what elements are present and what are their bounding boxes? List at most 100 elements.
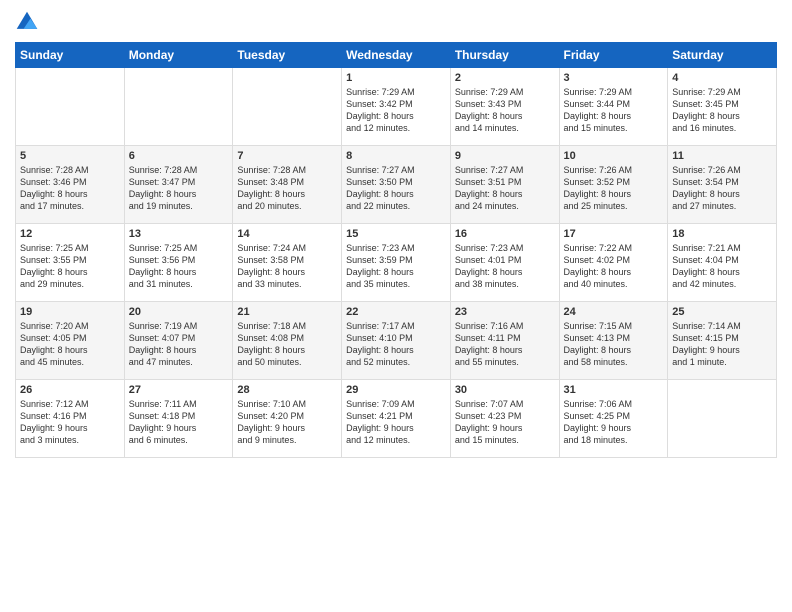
day-number: 20 xyxy=(129,306,229,318)
day-cell: 2 Sunrise: 7:29 AM Sunset: 3:43 PM Daylig… xyxy=(450,68,559,146)
day-cell: 6 Sunrise: 7:28 AM Sunset: 3:47 PM Daylig… xyxy=(124,146,233,224)
week-row-5: 26 Sunrise: 7:12 AM Sunset: 4:16 PM Dayli… xyxy=(16,380,777,458)
day-cell: 15 Sunrise: 7:23 AM Sunset: 3:59 PM Dayli… xyxy=(342,224,451,302)
weekday-header-wednesday: Wednesday xyxy=(342,43,451,68)
day-number: 16 xyxy=(455,228,555,240)
day-info: Sunrise: 7:24 AM Sunset: 3:58 PM Dayligh… xyxy=(237,242,337,291)
day-info: Sunrise: 7:28 AM Sunset: 3:48 PM Dayligh… xyxy=(237,164,337,213)
week-row-2: 5 Sunrise: 7:28 AM Sunset: 3:46 PM Daylig… xyxy=(16,146,777,224)
day-info: Sunrise: 7:21 AM Sunset: 4:04 PM Dayligh… xyxy=(672,242,772,291)
day-number: 13 xyxy=(129,228,229,240)
day-number: 1 xyxy=(346,72,446,84)
day-cell: 17Sunrise: 7:22 AM Sunset: 4:02 PM Dayli… xyxy=(559,224,668,302)
day-number: 23 xyxy=(455,306,555,318)
weekday-header-row: SundayMondayTuesdayWednesdayThursdayFrid… xyxy=(16,43,777,68)
day-info: Sunrise: 7:25 AM Sunset: 3:55 PM Dayligh… xyxy=(20,242,120,291)
weekday-header-sunday: Sunday xyxy=(16,43,125,68)
page: SundayMondayTuesdayWednesdayThursdayFrid… xyxy=(0,0,792,612)
day-number: 15 xyxy=(346,228,446,240)
day-cell: 24Sunrise: 7:15 AM Sunset: 4:13 PM Dayli… xyxy=(559,302,668,380)
day-info: Sunrise: 7:29 AM Sunset: 3:43 PM Dayligh… xyxy=(455,86,555,135)
day-number: 3 xyxy=(564,72,664,84)
day-info: Sunrise: 7:25 AM Sunset: 3:56 PM Dayligh… xyxy=(129,242,229,291)
day-number: 31 xyxy=(564,384,664,396)
day-cell: 13 Sunrise: 7:25 AM Sunset: 3:56 PM Dayli… xyxy=(124,224,233,302)
day-info: Sunrise: 7:29 AM Sunset: 3:44 PM Dayligh… xyxy=(564,86,664,135)
day-number: 10 xyxy=(564,150,664,162)
day-number: 21 xyxy=(237,306,337,318)
day-cell xyxy=(233,68,342,146)
day-number: 2 xyxy=(455,72,555,84)
day-info: Sunrise: 7:28 AM Sunset: 3:46 PM Dayligh… xyxy=(20,164,120,213)
day-cell: 3 Sunrise: 7:29 AM Sunset: 3:44 PM Daylig… xyxy=(559,68,668,146)
day-cell xyxy=(124,68,233,146)
day-cell: 25Sunrise: 7:14 AM Sunset: 4:15 PM Dayli… xyxy=(668,302,777,380)
day-info: Sunrise: 7:26 AM Sunset: 3:52 PM Dayligh… xyxy=(564,164,664,213)
day-cell: 16 Sunrise: 7:23 AM Sunset: 4:01 PM Dayli… xyxy=(450,224,559,302)
day-cell: 18 Sunrise: 7:21 AM Sunset: 4:04 PM Dayli… xyxy=(668,224,777,302)
day-cell: 5 Sunrise: 7:28 AM Sunset: 3:46 PM Daylig… xyxy=(16,146,125,224)
day-cell: 8 Sunrise: 7:27 AM Sunset: 3:50 PM Daylig… xyxy=(342,146,451,224)
day-number: 9 xyxy=(455,150,555,162)
day-cell: 22Sunrise: 7:17 AM Sunset: 4:10 PM Dayli… xyxy=(342,302,451,380)
day-number: 4 xyxy=(672,72,772,84)
day-number: 12 xyxy=(20,228,120,240)
day-info: Sunrise: 7:23 AM Sunset: 4:01 PM Dayligh… xyxy=(455,242,555,291)
day-info: Sunrise: 7:29 AM Sunset: 3:45 PM Dayligh… xyxy=(672,86,772,135)
day-cell: 28Sunrise: 7:10 AM Sunset: 4:20 PM Dayli… xyxy=(233,380,342,458)
day-cell: 31Sunrise: 7:06 AM Sunset: 4:25 PM Dayli… xyxy=(559,380,668,458)
day-number: 26 xyxy=(20,384,120,396)
day-info: Sunrise: 7:18 AM Sunset: 4:08 PM Dayligh… xyxy=(237,320,337,369)
day-cell: 19Sunrise: 7:20 AM Sunset: 4:05 PM Dayli… xyxy=(16,302,125,380)
day-cell: 21 Sunrise: 7:18 AM Sunset: 4:08 PM Dayli… xyxy=(233,302,342,380)
day-info: Sunrise: 7:16 AM Sunset: 4:11 PM Dayligh… xyxy=(455,320,555,369)
day-info: Sunrise: 7:28 AM Sunset: 3:47 PM Dayligh… xyxy=(129,164,229,213)
day-cell xyxy=(668,380,777,458)
day-cell: 10 Sunrise: 7:26 AM Sunset: 3:52 PM Dayli… xyxy=(559,146,668,224)
weekday-header-monday: Monday xyxy=(124,43,233,68)
day-number: 5 xyxy=(20,150,120,162)
day-cell: 1 Sunrise: 7:29 AM Sunset: 3:42 PM Daylig… xyxy=(342,68,451,146)
day-info: Sunrise: 7:17 AM Sunset: 4:10 PM Dayligh… xyxy=(346,320,446,369)
day-info: Sunrise: 7:19 AM Sunset: 4:07 PM Dayligh… xyxy=(129,320,229,369)
calendar: SundayMondayTuesdayWednesdayThursdayFrid… xyxy=(15,42,777,458)
weekday-header-friday: Friday xyxy=(559,43,668,68)
day-info: Sunrise: 7:12 AM Sunset: 4:16 PM Dayligh… xyxy=(20,398,120,447)
week-row-4: 19Sunrise: 7:20 AM Sunset: 4:05 PM Dayli… xyxy=(16,302,777,380)
day-cell: 20 Sunrise: 7:19 AM Sunset: 4:07 PM Dayli… xyxy=(124,302,233,380)
day-info: Sunrise: 7:20 AM Sunset: 4:05 PM Dayligh… xyxy=(20,320,120,369)
day-info: Sunrise: 7:14 AM Sunset: 4:15 PM Dayligh… xyxy=(672,320,772,369)
day-cell: 23 Sunrise: 7:16 AM Sunset: 4:11 PM Dayli… xyxy=(450,302,559,380)
day-info: Sunrise: 7:26 AM Sunset: 3:54 PM Dayligh… xyxy=(672,164,772,213)
day-cell xyxy=(16,68,125,146)
day-number: 7 xyxy=(237,150,337,162)
day-number: 28 xyxy=(237,384,337,396)
day-info: Sunrise: 7:22 AM Sunset: 4:02 PM Dayligh… xyxy=(564,242,664,291)
day-cell: 30Sunrise: 7:07 AM Sunset: 4:23 PM Dayli… xyxy=(450,380,559,458)
day-cell: 11 Sunrise: 7:26 AM Sunset: 3:54 PM Dayli… xyxy=(668,146,777,224)
day-number: 6 xyxy=(129,150,229,162)
day-cell: 9Sunrise: 7:27 AM Sunset: 3:51 PM Daylig… xyxy=(450,146,559,224)
day-info: Sunrise: 7:07 AM Sunset: 4:23 PM Dayligh… xyxy=(455,398,555,447)
day-cell: 12 Sunrise: 7:25 AM Sunset: 3:55 PM Dayli… xyxy=(16,224,125,302)
day-number: 14 xyxy=(237,228,337,240)
day-info: Sunrise: 7:09 AM Sunset: 4:21 PM Dayligh… xyxy=(346,398,446,447)
week-row-3: 12 Sunrise: 7:25 AM Sunset: 3:55 PM Dayli… xyxy=(16,224,777,302)
day-info: Sunrise: 7:11 AM Sunset: 4:18 PM Dayligh… xyxy=(129,398,229,447)
header xyxy=(15,10,777,34)
day-cell: 14 Sunrise: 7:24 AM Sunset: 3:58 PM Dayli… xyxy=(233,224,342,302)
day-number: 27 xyxy=(129,384,229,396)
day-info: Sunrise: 7:27 AM Sunset: 3:50 PM Dayligh… xyxy=(346,164,446,213)
day-number: 29 xyxy=(346,384,446,396)
day-number: 8 xyxy=(346,150,446,162)
day-number: 18 xyxy=(672,228,772,240)
day-cell: 29 Sunrise: 7:09 AM Sunset: 4:21 PM Dayli… xyxy=(342,380,451,458)
weekday-header-tuesday: Tuesday xyxy=(233,43,342,68)
day-cell: 27 Sunrise: 7:11 AM Sunset: 4:18 PM Dayli… xyxy=(124,380,233,458)
weekday-header-saturday: Saturday xyxy=(668,43,777,68)
day-number: 11 xyxy=(672,150,772,162)
weekday-header-thursday: Thursday xyxy=(450,43,559,68)
day-info: Sunrise: 7:29 AM Sunset: 3:42 PM Dayligh… xyxy=(346,86,446,135)
day-info: Sunrise: 7:23 AM Sunset: 3:59 PM Dayligh… xyxy=(346,242,446,291)
logo xyxy=(15,10,43,34)
